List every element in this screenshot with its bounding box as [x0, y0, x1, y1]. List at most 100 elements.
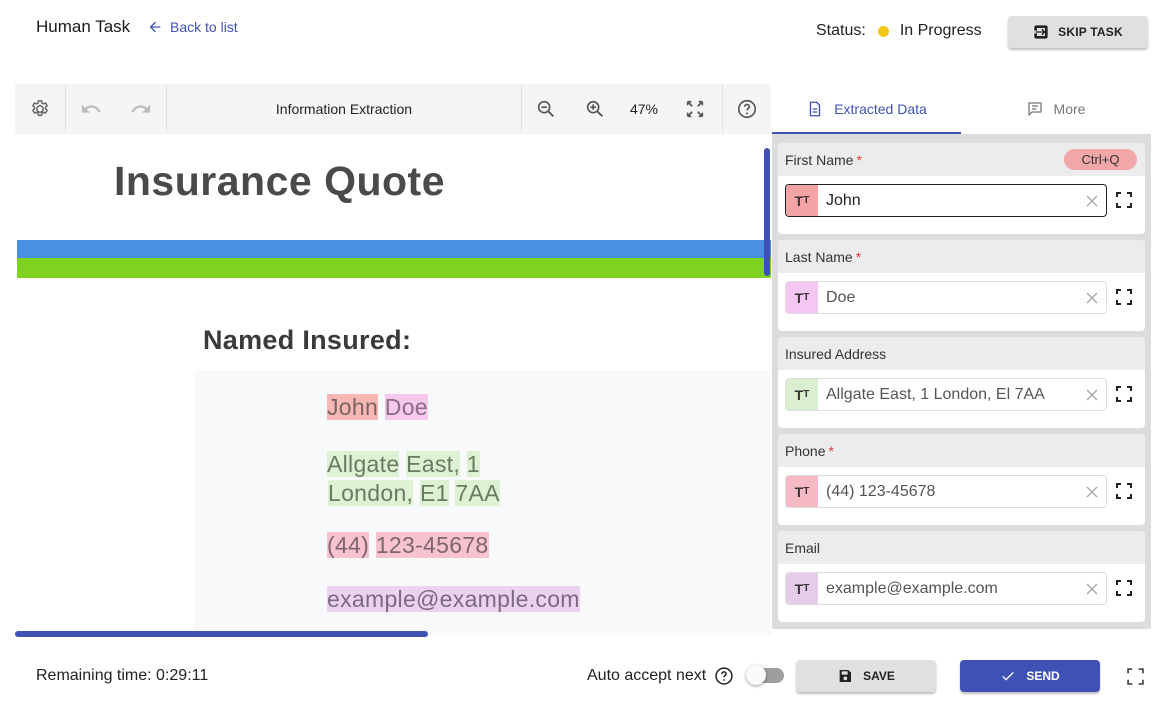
last-name-input[interactable]: TT Doe	[785, 281, 1107, 314]
field-label: Insured Address	[785, 345, 887, 362]
close-icon	[1086, 195, 1098, 206]
shortcut-badge: Ctrl+Q	[1064, 149, 1137, 170]
help-icon[interactable]	[714, 666, 734, 686]
status-indicator: Status: In Progress	[816, 22, 982, 40]
expand-icon[interactable]	[1116, 483, 1132, 499]
last-name-highlight[interactable]: Doe	[384, 394, 428, 420]
page-title: Human Task	[36, 17, 131, 36]
document-address-line2: London, E1 7AA	[328, 480, 500, 507]
required-marker: *	[828, 442, 834, 459]
first-name-input[interactable]: TT John	[785, 184, 1107, 217]
document-address-line1: Allgate East, 1	[327, 451, 480, 478]
address-highlight[interactable]: 1	[466, 451, 480, 477]
field-value[interactable]: John	[818, 192, 1078, 210]
type-icon-letter: T	[794, 192, 804, 209]
extracted-fields-panel: First Name * Ctrl+Q TT John Last Name * TT…	[772, 134, 1151, 629]
auto-accept: Auto accept next	[587, 666, 734, 686]
field-value[interactable]: (44) 123-45678	[818, 483, 1078, 501]
tab-more[interactable]: More	[961, 84, 1150, 134]
zoom-in-button[interactable]	[570, 84, 620, 134]
address-highlight[interactable]: 7AA	[455, 480, 500, 506]
address-highlight[interactable]: East,	[406, 451, 461, 477]
vertical-scrollbar[interactable]	[764, 148, 770, 276]
zoom-out-button[interactable]	[522, 84, 570, 134]
redo-button[interactable]	[116, 84, 166, 134]
phone-input[interactable]: TT (44) 123-45678	[785, 475, 1107, 508]
check-icon	[1002, 671, 1015, 681]
document-blue-band	[17, 240, 771, 258]
document-email-line: example@example.com	[327, 586, 580, 613]
send-label: SEND	[1026, 669, 1060, 683]
text-type-icon: TT	[786, 282, 818, 313]
toolbar-title: Information Extraction	[275, 101, 413, 117]
field-header: Insured Address	[778, 337, 1145, 370]
first-name-highlight[interactable]: John	[327, 394, 379, 420]
close-icon	[1086, 292, 1098, 303]
field-value[interactable]: Doe	[818, 289, 1078, 307]
clear-button[interactable]	[1078, 486, 1106, 498]
document-title: Insurance Quote	[114, 158, 446, 204]
field-value[interactable]: Allgate East, 1 London, El 7AA	[818, 386, 1078, 404]
auto-accept-toggle[interactable]	[746, 665, 784, 685]
viewer-toolbar: Information Extraction 47%	[15, 84, 771, 134]
type-icon-letter-small: T	[803, 292, 810, 303]
document-green-band	[17, 258, 771, 278]
field-first-name: First Name * Ctrl+Q TT John	[778, 143, 1145, 234]
undo-button[interactable]	[66, 84, 116, 134]
clear-button[interactable]	[1078, 583, 1106, 595]
tab-extracted-data[interactable]: Extracted Data	[772, 84, 961, 134]
send-button[interactable]: SEND	[960, 660, 1100, 692]
panel-tabs: Extracted Data More	[772, 84, 1151, 134]
email-highlight[interactable]: example@example.com	[327, 586, 580, 612]
address-highlight[interactable]: E1	[419, 480, 449, 506]
field-label: Last Name	[785, 248, 853, 265]
clear-button[interactable]	[1078, 292, 1106, 304]
save-icon	[839, 670, 852, 682]
back-to-list-label: Back to list	[170, 19, 238, 35]
expand-icon[interactable]	[1116, 386, 1132, 402]
skip-task-button[interactable]: SKIP TASK	[1008, 16, 1148, 48]
field-header: First Name * Ctrl+Q	[778, 143, 1145, 176]
field-label: Phone	[785, 442, 826, 459]
phone-highlight[interactable]: (44)	[327, 532, 370, 558]
help-icon	[737, 99, 757, 119]
zoom-in-icon	[586, 100, 603, 117]
field-header: Email	[778, 531, 1145, 564]
expand-icon[interactable]	[1116, 580, 1132, 596]
fit-screen-icon	[686, 100, 704, 118]
field-value[interactable]: example@example.com	[818, 580, 1078, 598]
document-phone-line: (44) 123-45678	[327, 532, 489, 559]
help-button[interactable]	[723, 84, 771, 134]
zoom-level: 47%	[629, 101, 659, 117]
save-button[interactable]: SAVE	[796, 660, 936, 692]
auto-accept-label: Auto accept next	[587, 667, 707, 684]
fullscreen-icon[interactable]	[1127, 668, 1144, 685]
expand-icon[interactable]	[1116, 192, 1132, 208]
field-email: Email TT example@example.com	[778, 531, 1145, 622]
type-icon-letter: T	[794, 386, 804, 403]
address-highlight[interactable]: London,	[328, 480, 414, 506]
undo-icon	[81, 104, 101, 113]
back-to-list-link[interactable]: Back to list	[147, 19, 238, 35]
gear-icon	[32, 100, 48, 117]
type-icon-letter-small: T	[803, 486, 810, 497]
type-icon-letter-small: T	[803, 583, 810, 594]
phone-highlight[interactable]: 123-45678	[375, 532, 489, 558]
save-label: SAVE	[863, 669, 895, 683]
document-viewer[interactable]: Insurance Quote Named Insured: John Doe …	[15, 134, 771, 639]
required-marker: *	[856, 151, 862, 168]
toggle-knob	[746, 665, 766, 685]
settings-button[interactable]	[15, 84, 65, 134]
tab-more-label: More	[1053, 101, 1086, 117]
fit-screen-button[interactable]	[668, 84, 722, 134]
text-type-icon: TT	[786, 476, 818, 507]
expand-icon[interactable]	[1116, 289, 1132, 305]
field-label: First Name	[785, 151, 854, 168]
insured-address-input[interactable]: TT Allgate East, 1 London, El 7AA	[785, 378, 1107, 411]
clear-button[interactable]	[1078, 389, 1106, 401]
clear-button[interactable]	[1078, 195, 1106, 207]
email-input[interactable]: TT example@example.com	[785, 572, 1107, 605]
address-highlight[interactable]: Allgate	[327, 451, 400, 477]
text-type-icon: TT	[786, 185, 818, 216]
horizontal-scrollbar[interactable]	[15, 631, 428, 637]
